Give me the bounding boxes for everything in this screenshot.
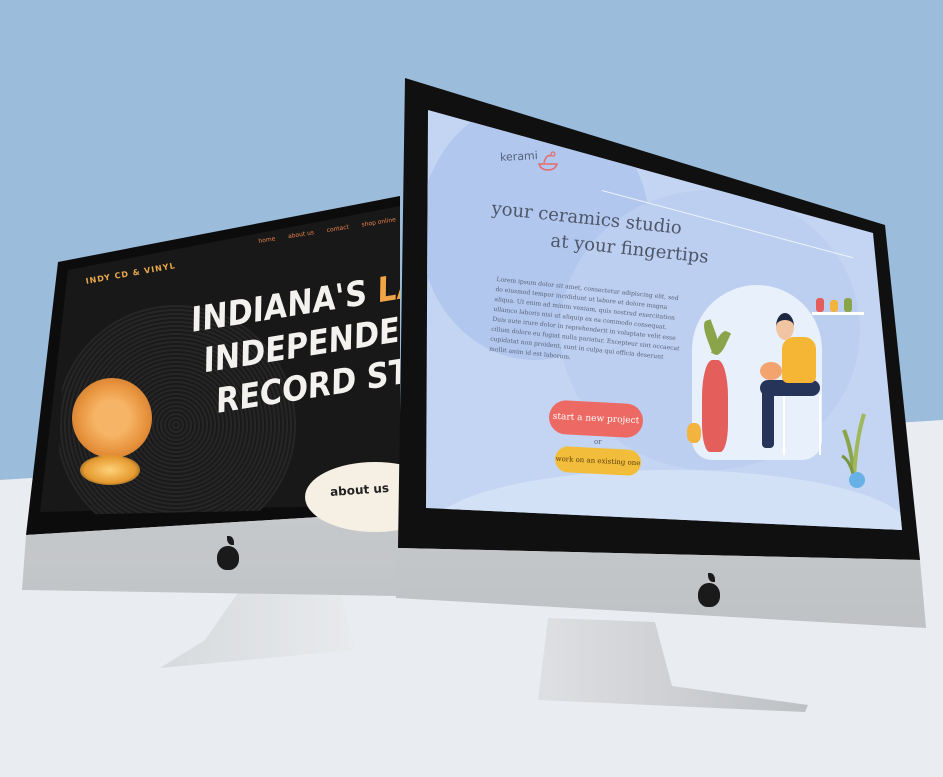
wall-shelf [812,312,864,315]
person-head [776,313,794,340]
person-leg [762,390,774,448]
shelf-pot [816,298,824,312]
store-nav: home about us contact shop online [258,215,400,245]
kerami-logo-text[interactable]: kerami [500,149,538,164]
store-nav-about[interactable]: about us [288,229,315,240]
clay-pot-image [760,362,782,380]
record-label-image [72,378,152,458]
shelf-pot [830,300,838,312]
plant-right-image [841,413,866,479]
start-new-project-button[interactable]: start a new project [548,399,644,439]
work-on-existing-button[interactable]: work on an existing one [554,445,642,477]
yellow-vase-image [687,423,701,443]
store-nav-shop[interactable]: shop online [361,216,396,228]
chair [783,395,821,455]
person-torso [782,337,816,383]
store-hero-heading: INDIANA'S LARGE INDEPENDENT RECORD STOR [188,253,400,425]
or-separator: or [594,438,602,446]
record-glow [80,455,140,485]
back-screen-content: INDY CD & VINYL home about us contact sh… [0,0,400,777]
blue-pot-image [849,472,865,488]
hero-line-1b: LARGE [374,253,400,311]
teapot-logo-icon [535,150,561,172]
store-nav-home[interactable]: home [258,235,276,245]
store-logo[interactable]: INDY CD & VINYL [85,261,176,286]
store-nav-contact[interactable]: contact [326,224,349,234]
red-vase-image [702,360,728,452]
shelf-pot [844,298,852,312]
